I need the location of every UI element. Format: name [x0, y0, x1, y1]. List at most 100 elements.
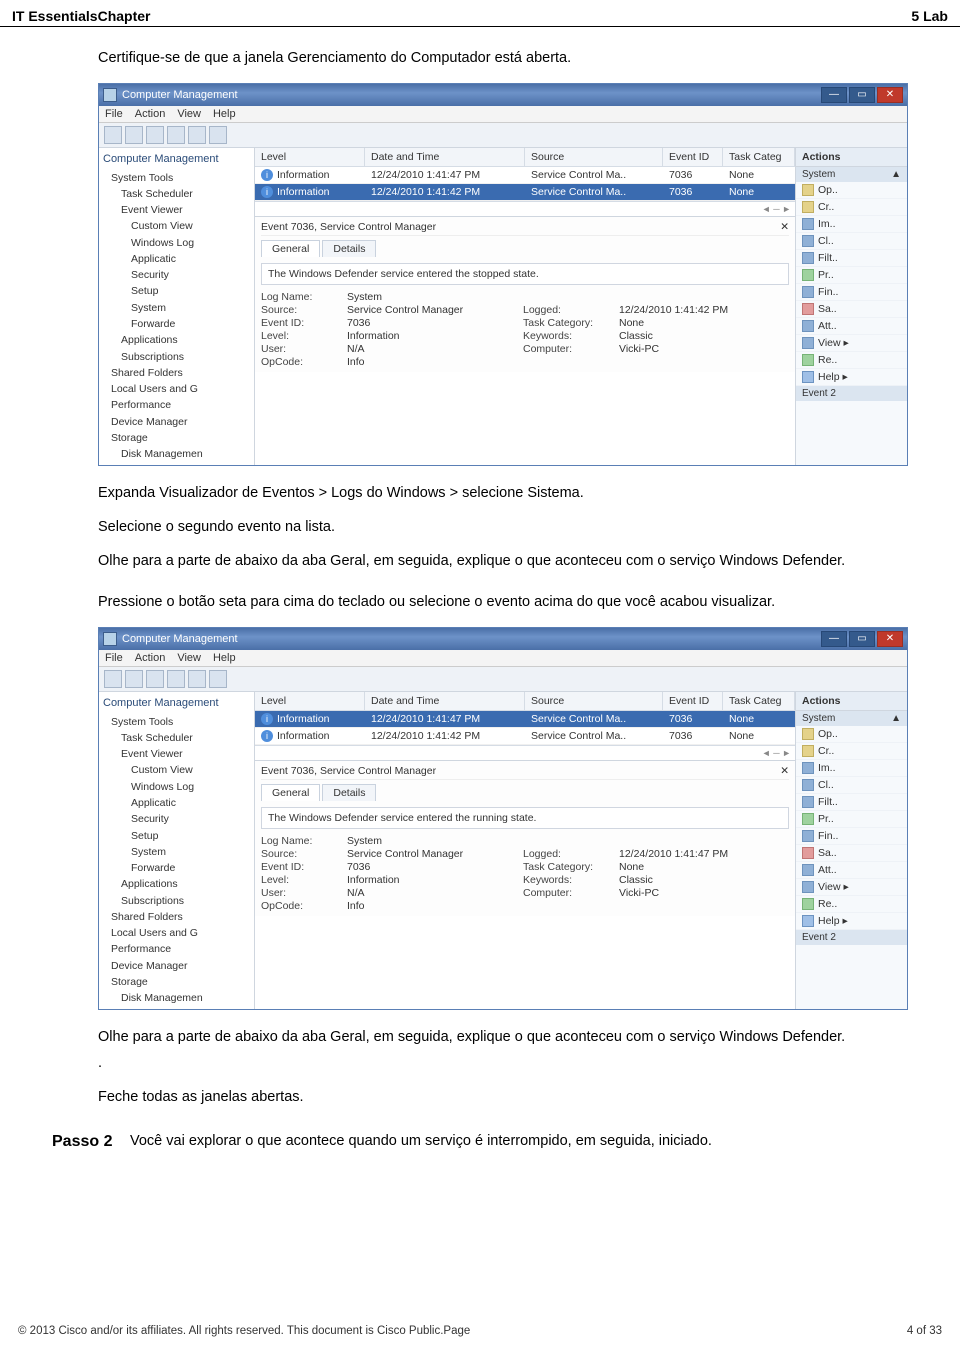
- tree-node[interactable]: Custom View: [103, 762, 250, 778]
- minimize-button[interactable]: —: [821, 631, 847, 647]
- tree-node[interactable]: Local Users and G: [103, 381, 250, 397]
- collapse-icon[interactable]: ▲: [891, 169, 901, 180]
- col-eventid[interactable]: Event ID: [663, 148, 723, 166]
- tree-node[interactable]: Setup: [103, 283, 250, 299]
- tree-node[interactable]: Windows Log: [103, 779, 250, 795]
- action-item[interactable]: View ▸: [796, 335, 907, 352]
- toolbar-button[interactable]: [146, 126, 164, 144]
- action-item[interactable]: Im..: [796, 760, 907, 777]
- col-datetime[interactable]: Date and Time: [365, 148, 525, 166]
- action-item[interactable]: Help ▸: [796, 913, 907, 930]
- action-item[interactable]: Att..: [796, 318, 907, 335]
- detail-close-icon[interactable]: ✕: [780, 765, 789, 777]
- tree-node[interactable]: System: [103, 300, 250, 316]
- tree-node[interactable]: Disk Managemen: [103, 446, 250, 462]
- tree-node[interactable]: Shared Folders: [103, 909, 250, 925]
- maximize-button[interactable]: ▭: [849, 631, 875, 647]
- tree-node[interactable]: System Tools: [103, 714, 250, 730]
- action-item[interactable]: Sa..: [796, 845, 907, 862]
- action-item[interactable]: View ▸: [796, 879, 907, 896]
- tree-node[interactable]: Forwarde: [103, 316, 250, 332]
- action-item[interactable]: Att..: [796, 862, 907, 879]
- tree-node[interactable]: Local Users and G: [103, 925, 250, 941]
- menu-item[interactable]: File: [105, 108, 123, 120]
- tree-node[interactable]: Custom View: [103, 218, 250, 234]
- tree-node[interactable]: Applicatic: [103, 251, 250, 267]
- col-eventid[interactable]: Event ID: [663, 692, 723, 710]
- tree-node[interactable]: Storage: [103, 430, 250, 446]
- tree-pane[interactable]: Computer Management System ToolsTask Sche…: [99, 148, 255, 466]
- close-button[interactable]: ✕: [877, 631, 903, 647]
- detail-close-icon[interactable]: ✕: [780, 221, 789, 233]
- tree-root[interactable]: Computer Management: [103, 151, 250, 168]
- col-datetime[interactable]: Date and Time: [365, 692, 525, 710]
- col-source[interactable]: Source: [525, 148, 663, 166]
- action-item[interactable]: Cr..: [796, 743, 907, 760]
- tree-node[interactable]: Event Viewer: [103, 746, 250, 762]
- tree-pane[interactable]: Computer Management System ToolsTask Sche…: [99, 692, 255, 1010]
- event-row[interactable]: iInformation12/24/2010 1:41:42 PMService…: [255, 728, 795, 745]
- event-row[interactable]: iInformation12/24/2010 1:41:42 PMService…: [255, 184, 795, 201]
- tree-node[interactable]: Subscriptions: [103, 349, 250, 365]
- tree-node[interactable]: Device Manager: [103, 958, 250, 974]
- tree-node[interactable]: Setup: [103, 828, 250, 844]
- maximize-button[interactable]: ▭: [849, 87, 875, 103]
- tree-node[interactable]: Applicatic: [103, 795, 250, 811]
- tree-node[interactable]: Applications: [103, 876, 250, 892]
- toolbar-button[interactable]: [104, 126, 122, 144]
- tree-node[interactable]: System Tools: [103, 170, 250, 186]
- action-item[interactable]: Filt..: [796, 794, 907, 811]
- tree-node[interactable]: Event Viewer: [103, 202, 250, 218]
- col-taskcat[interactable]: Task Categ: [723, 148, 795, 166]
- toolbar-button[interactable]: [104, 670, 122, 688]
- toolbar-button[interactable]: [167, 670, 185, 688]
- action-item[interactable]: Fin..: [796, 828, 907, 845]
- toolbar-button[interactable]: [188, 670, 206, 688]
- action-item[interactable]: Pr..: [796, 267, 907, 284]
- tree-node[interactable]: Windows Log: [103, 235, 250, 251]
- tree-node[interactable]: Forwarde: [103, 860, 250, 876]
- tab-details[interactable]: Details: [322, 784, 376, 801]
- tab-details[interactable]: Details: [322, 240, 376, 257]
- toolbar-button[interactable]: [209, 670, 227, 688]
- action-item[interactable]: Sa..: [796, 301, 907, 318]
- tree-node[interactable]: Applications: [103, 332, 250, 348]
- menu-item[interactable]: File: [105, 652, 123, 664]
- toolbar-button[interactable]: [146, 670, 164, 688]
- action-item[interactable]: Op..: [796, 182, 907, 199]
- tree-node[interactable]: Performance: [103, 397, 250, 413]
- toolbar-button[interactable]: [125, 126, 143, 144]
- tree-node[interactable]: Performance: [103, 941, 250, 957]
- tree-node[interactable]: Storage: [103, 974, 250, 990]
- tree-node[interactable]: Task Scheduler: [103, 186, 250, 202]
- action-item[interactable]: Cl..: [796, 777, 907, 794]
- minimize-button[interactable]: —: [821, 87, 847, 103]
- tree-root[interactable]: Computer Management: [103, 695, 250, 712]
- col-level[interactable]: Level: [255, 148, 365, 166]
- tree-node[interactable]: System: [103, 844, 250, 860]
- action-item[interactable]: Im..: [796, 216, 907, 233]
- col-level[interactable]: Level: [255, 692, 365, 710]
- event-row[interactable]: iInformation12/24/2010 1:41:47 PMService…: [255, 167, 795, 184]
- tree-node[interactable]: Shared Folders: [103, 365, 250, 381]
- menu-item[interactable]: Action: [135, 652, 166, 664]
- tree-node[interactable]: Disk Managemen: [103, 990, 250, 1006]
- event-row[interactable]: iInformation12/24/2010 1:41:47 PMService…: [255, 711, 795, 728]
- tab-general[interactable]: General: [261, 784, 320, 801]
- action-item[interactable]: Fin..: [796, 284, 907, 301]
- action-item[interactable]: Op..: [796, 726, 907, 743]
- collapse-icon[interactable]: ▲: [891, 713, 901, 724]
- toolbar-button[interactable]: [167, 126, 185, 144]
- action-item[interactable]: Filt..: [796, 250, 907, 267]
- action-item[interactable]: Help ▸: [796, 369, 907, 386]
- tree-node[interactable]: Security: [103, 267, 250, 283]
- action-item[interactable]: Re..: [796, 352, 907, 369]
- tree-node[interactable]: Security: [103, 811, 250, 827]
- col-source[interactable]: Source: [525, 692, 663, 710]
- action-item[interactable]: Cl..: [796, 233, 907, 250]
- close-button[interactable]: ✕: [877, 87, 903, 103]
- menu-item[interactable]: Help: [213, 652, 236, 664]
- tree-node[interactable]: Task Scheduler: [103, 730, 250, 746]
- menu-item[interactable]: View: [177, 652, 201, 664]
- tree-node[interactable]: Subscriptions: [103, 893, 250, 909]
